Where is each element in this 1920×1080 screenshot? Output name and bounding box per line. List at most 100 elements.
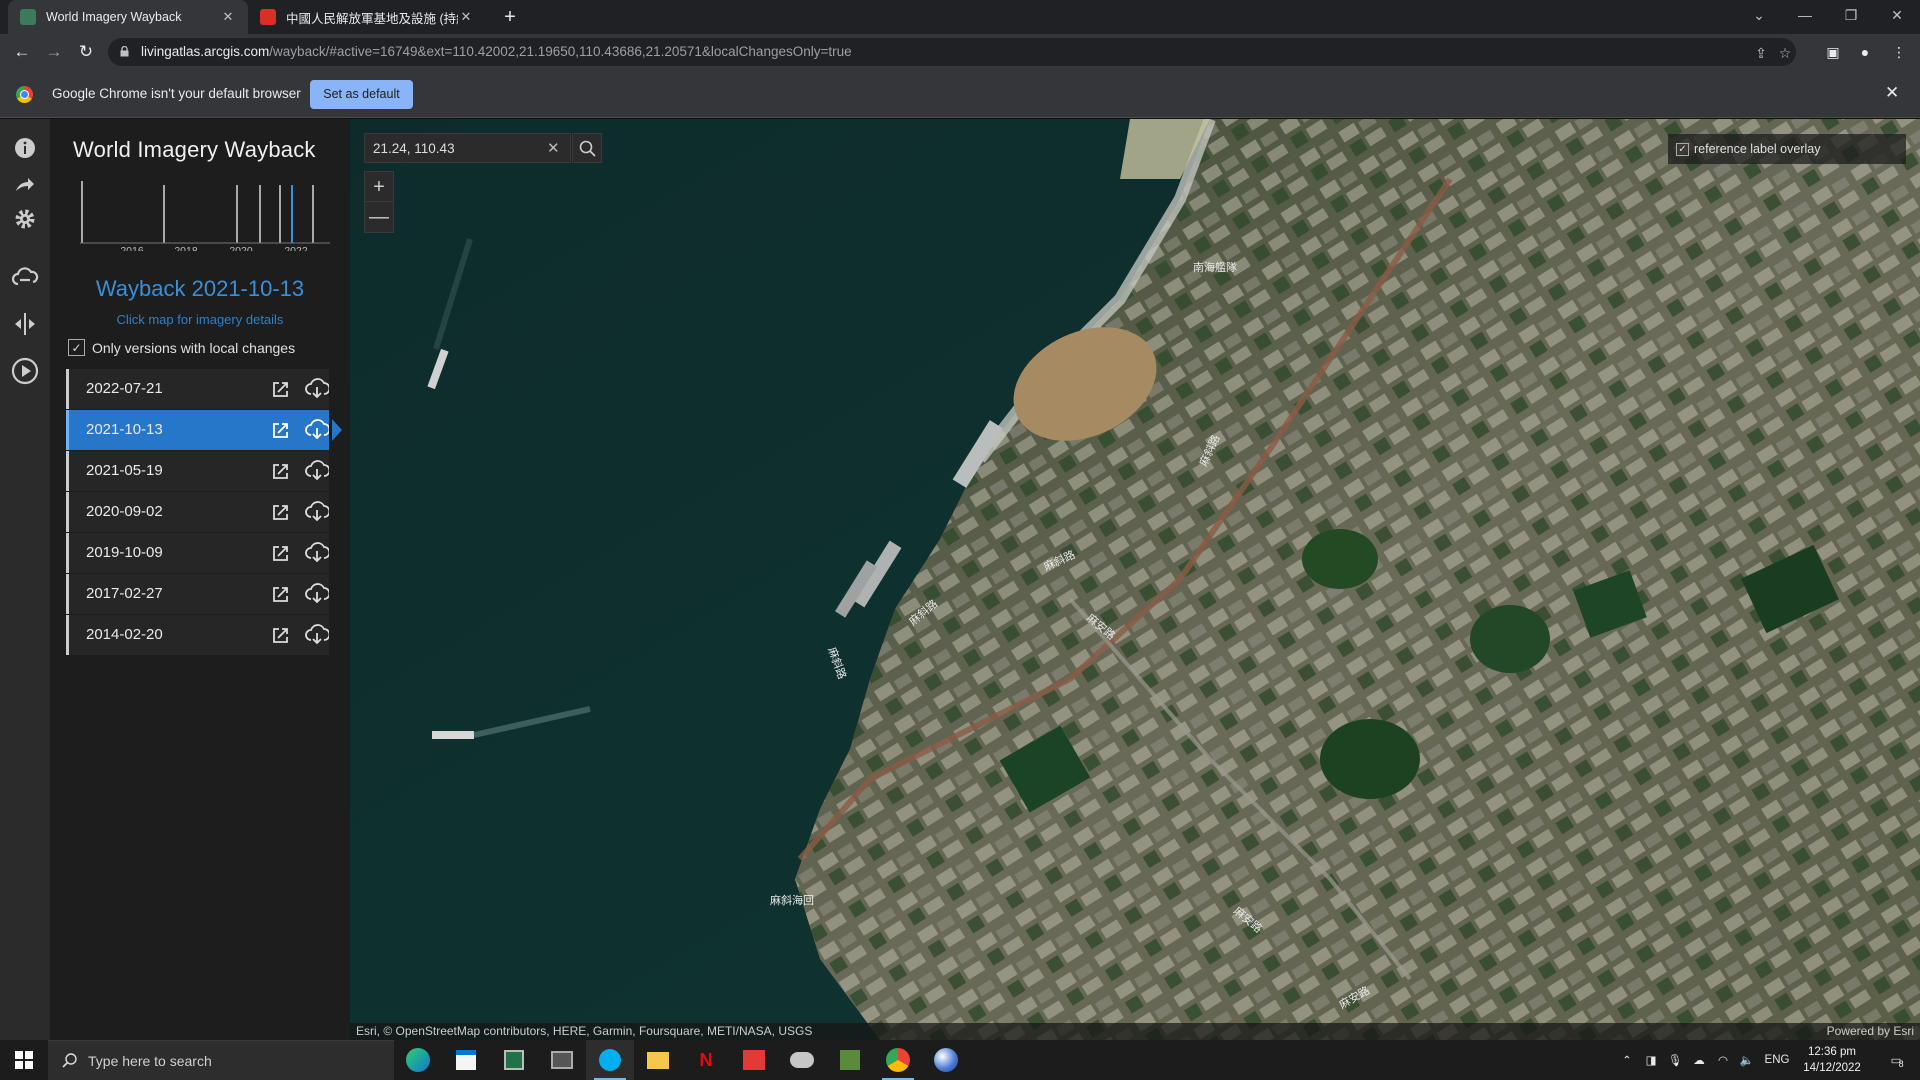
wifi-icon[interactable]: ◠ bbox=[1712, 1040, 1734, 1080]
cloud-sync-icon[interactable]: ☁ bbox=[1688, 1040, 1710, 1080]
powered-by-esri-link[interactable]: Powered by Esri bbox=[1827, 1023, 1914, 1040]
cloud-download-icon[interactable] bbox=[305, 624, 329, 646]
satellite-map[interactable]: 南海艦隊 麻斜路 麻斜路 麻斜路 麻安路 麻斜路 麻斜海回 麻安路 麻安路 21… bbox=[350, 119, 1920, 1040]
open-external-icon[interactable] bbox=[272, 421, 290, 439]
file-explorer-icon[interactable] bbox=[634, 1040, 682, 1080]
chrome-logo-icon bbox=[16, 86, 33, 103]
release-item[interactable]: 2014-02-20 bbox=[66, 615, 329, 655]
open-external-icon[interactable] bbox=[272, 462, 290, 480]
ship bbox=[432, 731, 474, 739]
open-external-icon[interactable] bbox=[272, 626, 290, 644]
edge-app-icon[interactable] bbox=[394, 1040, 442, 1080]
release-date: 2014-02-20 bbox=[86, 626, 163, 643]
info-icon[interactable] bbox=[10, 133, 40, 163]
swipe-compare-icon[interactable] bbox=[10, 309, 40, 339]
open-external-icon[interactable] bbox=[272, 585, 290, 603]
new-tab-button[interactable]: + bbox=[498, 5, 522, 29]
restore-window-button[interactable]: ❐ bbox=[1828, 0, 1874, 30]
bookmark-star-icon[interactable]: ☆ bbox=[1776, 44, 1794, 62]
zoom-control: + — bbox=[364, 171, 394, 233]
back-arrow-icon[interactable]: ← bbox=[10, 40, 34, 64]
cloud-download-icon[interactable] bbox=[305, 460, 329, 482]
skype-app-icon[interactable] bbox=[586, 1040, 634, 1080]
map-label: 麻斜海回 bbox=[770, 893, 814, 907]
zoom-out-button[interactable]: — bbox=[365, 202, 393, 232]
side-panel-icon[interactable]: ▣ bbox=[1824, 43, 1842, 61]
windows-start-button[interactable] bbox=[0, 1040, 48, 1080]
language-indicator[interactable]: ENG bbox=[1760, 1040, 1794, 1080]
google-earth-app-icon[interactable] bbox=[922, 1040, 970, 1080]
local-changes-toggle[interactable]: ✓ Only versions with local changes bbox=[68, 339, 295, 356]
search-button[interactable] bbox=[572, 133, 602, 163]
open-external-icon[interactable] bbox=[272, 503, 290, 521]
open-external-icon[interactable] bbox=[272, 380, 290, 398]
share-arrow-icon[interactable] bbox=[10, 169, 40, 199]
gear-icon[interactable] bbox=[10, 204, 40, 234]
checkbox-checked-icon[interactable]: ✓ bbox=[68, 339, 85, 356]
zoom-in-button[interactable]: + bbox=[365, 172, 393, 202]
taskbar-search-box[interactable]: Type here to search bbox=[48, 1040, 394, 1080]
cloud-download-icon[interactable] bbox=[305, 501, 329, 523]
volume-icon[interactable]: 🔈 bbox=[1736, 1040, 1758, 1080]
release-item[interactable]: 2022-07-21 bbox=[66, 369, 329, 409]
store-app-icon[interactable] bbox=[442, 1040, 490, 1080]
microphone-icon[interactable]: 🎙 bbox=[1664, 1040, 1686, 1080]
release-date: 2020-09-02 bbox=[86, 503, 163, 520]
cloud-download-icon[interactable] bbox=[305, 419, 329, 441]
release-item[interactable]: 2021-05-19 bbox=[66, 451, 329, 491]
release-item-active[interactable]: 2021-10-13 bbox=[66, 410, 342, 450]
profile-avatar-icon[interactable]: ● bbox=[1856, 43, 1874, 61]
release-item[interactable]: 2019-10-09 bbox=[66, 533, 329, 573]
close-window-button[interactable]: ✕ bbox=[1874, 0, 1920, 30]
tab-pla-bases[interactable]: 中國人民解放軍基地及設施 (持續 ✕ bbox=[248, 0, 486, 34]
address-bar[interactable]: livingatlas.arcgis.com/wayback/#active=1… bbox=[108, 38, 1796, 66]
field bbox=[1470, 605, 1550, 673]
infobar-message: Google Chrome isn't your default browser bbox=[52, 86, 301, 101]
minimize-window-button[interactable]: — bbox=[1782, 0, 1828, 30]
close-infobar-icon[interactable]: ✕ bbox=[1885, 83, 1899, 103]
cloud-download-icon[interactable] bbox=[305, 542, 329, 564]
release-date: 2021-05-19 bbox=[86, 462, 163, 479]
clear-search-icon[interactable]: ✕ bbox=[547, 139, 560, 157]
click-map-hint: Click map for imagery details bbox=[116, 312, 284, 327]
share-icon[interactable]: ⇪ bbox=[1752, 44, 1770, 62]
release-date: 2021-10-13 bbox=[86, 421, 163, 438]
set-as-default-button[interactable]: Set as default bbox=[310, 80, 413, 109]
release-item[interactable]: 2020-09-02 bbox=[66, 492, 329, 532]
spreadsheet-app-icon[interactable] bbox=[490, 1040, 538, 1080]
close-tab-icon[interactable]: ✕ bbox=[220, 9, 236, 25]
release-item[interactable]: 2017-02-27 bbox=[66, 574, 329, 614]
notification-center-icon[interactable]: ▭ 8 bbox=[1876, 1040, 1916, 1080]
checkbox-checked-icon[interactable]: ✓ bbox=[1676, 142, 1689, 156]
play-animation-icon[interactable] bbox=[10, 356, 40, 386]
taskbar-clock[interactable]: 12:36 pm 14/12/2022 bbox=[1796, 1044, 1868, 1076]
map-attribution: Esri, © OpenStreetMap contributors, HERE… bbox=[350, 1023, 1920, 1040]
location-search-input[interactable]: 21.24, 110.43 ✕ bbox=[364, 133, 571, 163]
tab-title: 中國人民解放軍基地及設施 (持續 bbox=[286, 11, 458, 26]
attribution-text: Esri, © OpenStreetMap contributors, HERE… bbox=[356, 1024, 813, 1038]
reference-label-toggle[interactable]: ✓ reference label overlay bbox=[1668, 134, 1906, 164]
close-tab-icon[interactable]: ✕ bbox=[458, 9, 474, 25]
show-hidden-icons-chevron[interactable]: ⌃ bbox=[1616, 1040, 1638, 1080]
minecraft-app-icon[interactable] bbox=[826, 1040, 874, 1080]
open-external-icon[interactable] bbox=[272, 544, 290, 562]
netflix-app-icon[interactable]: N bbox=[682, 1040, 730, 1080]
chrome-app-icon[interactable] bbox=[874, 1040, 922, 1080]
cloud-download-icon[interactable] bbox=[305, 583, 329, 605]
search-icon bbox=[62, 1053, 77, 1068]
media-app-icon[interactable] bbox=[730, 1040, 778, 1080]
browser-menu-icon[interactable]: ⋮ bbox=[1890, 43, 1908, 61]
tab-search-chevron-icon[interactable]: ⌄ bbox=[1736, 0, 1782, 30]
release-timeline[interactable]: 2016 2018 2020 2022 bbox=[80, 181, 330, 251]
reload-icon[interactable]: ↻ bbox=[74, 40, 98, 64]
clock-date: 14/12/2022 bbox=[1803, 1062, 1861, 1074]
terminal-app-icon[interactable] bbox=[538, 1040, 586, 1080]
forward-arrow-icon[interactable]: → bbox=[42, 40, 66, 64]
game-app-icon[interactable] bbox=[778, 1040, 826, 1080]
tab-world-imagery-wayback[interactable]: World Imagery Wayback ✕ bbox=[8, 0, 248, 34]
cloud-download-icon[interactable] bbox=[305, 378, 329, 400]
satellite-imagery[interactable]: 南海艦隊 麻斜路 麻斜路 麻斜路 麻安路 麻斜路 麻斜海回 麻安路 麻安路 bbox=[350, 119, 1920, 1040]
network-icon[interactable]: ◨ bbox=[1640, 1040, 1662, 1080]
default-browser-infobar: Google Chrome isn't your default browser… bbox=[0, 70, 1920, 118]
cloud-refresh-icon[interactable] bbox=[10, 263, 40, 293]
